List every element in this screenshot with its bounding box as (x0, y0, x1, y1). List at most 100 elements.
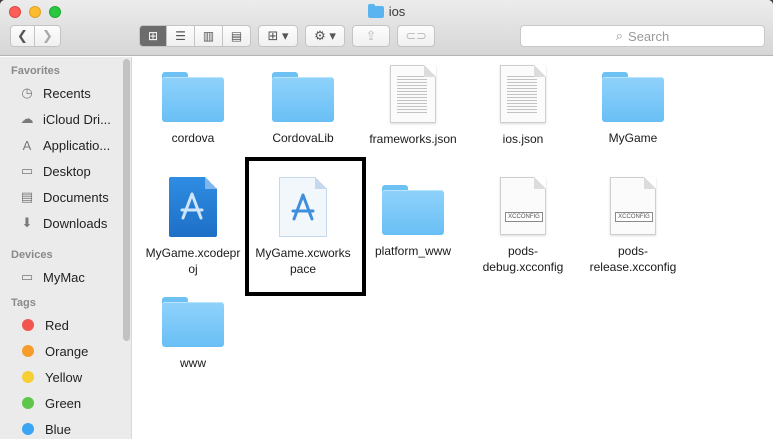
toolbar: ios ❮ ❯ ⊞ ☰ ▥ ▤ ⊞ ▾ ⚙ ▾ ⇪ ⊂⊃ ⌕ Search (0, 0, 773, 56)
sidebar-tag-blue[interactable]: Blue (18, 418, 126, 439)
icon-view-button[interactable]: ⊞ (139, 25, 167, 47)
downloads-icon: ⬇ (21, 215, 33, 230)
forward-button[interactable]: ❯ (35, 25, 61, 47)
tag-icon: ⊂⊃ (405, 28, 427, 43)
file-item-ios-json[interactable]: ios.json (463, 65, 583, 147)
sidebar-item-desktop[interactable]: ▭ Desktop (18, 160, 126, 182)
list-view-button[interactable]: ☰ (167, 25, 195, 47)
sidebar-item-label: Downloads (43, 215, 108, 231)
clock-icon: ◷ (21, 85, 33, 100)
file-name: MyGame (608, 131, 658, 145)
edit-tags-button[interactable]: ⊂⊃ (397, 25, 435, 47)
sidebar-item-downloads[interactable]: ⬇ Downloads (18, 212, 126, 234)
back-button[interactable]: ❮ (10, 25, 35, 47)
file-name-line-2: debug.xcconfig (482, 260, 564, 274)
sidebar-scrollbar[interactable] (123, 59, 130, 341)
file-icon-grid: cordova CordovaLib frameworks.json ios.j… (133, 57, 773, 439)
applications-icon: A (22, 137, 32, 153)
xcconfig-badge: XCCONFIG (615, 212, 653, 222)
share-button[interactable]: ⇪ (352, 25, 390, 47)
sidebar-tag-orange[interactable]: Orange (18, 340, 126, 362)
sidebar-item-label: Desktop (43, 163, 91, 179)
folder-icon (382, 185, 444, 235)
sidebar-item-icloud-drive[interactable]: ☁ iCloud Dri... (18, 108, 126, 130)
gear-icon: ⚙ ▾ (314, 28, 336, 43)
sidebar-item-label: Documents (43, 189, 109, 205)
blue-tag-dot-icon (22, 423, 34, 435)
sidebar-heading-favorites: Favorites (11, 65, 60, 77)
chevron-right-icon: ❯ (42, 28, 53, 43)
file-name: MyGame.xcodepr oj (133, 245, 253, 277)
file-item-pods-release-xcconfig[interactable]: XCCONFIG pods-release.xcconfig (573, 177, 693, 275)
folder-icon (162, 72, 224, 122)
file-item-platform-www[interactable]: platform_www (353, 185, 473, 259)
orange-tag-dot-icon (22, 345, 34, 357)
sidebar-item-label: Applicatio... (43, 137, 111, 153)
file-item-cordovalib[interactable]: CordovaLib (243, 72, 363, 146)
finder-window: ios ❮ ❯ ⊞ ☰ ▥ ▤ ⊞ ▾ ⚙ ▾ ⇪ ⊂⊃ ⌕ Search Fa… (0, 0, 773, 439)
sidebar-heading-tags: Tags (11, 297, 36, 309)
documents-icon: ▤ (20, 189, 34, 204)
file-name: pods-release.xcconfig (573, 243, 693, 275)
sidebar-item-label: Red (45, 317, 69, 333)
file-item-mygame-xcodeproj[interactable]: MyGame.xcodepr oj (133, 177, 253, 277)
search-field[interactable]: ⌕ Search (520, 25, 765, 47)
sidebar-item-label: Recents (43, 85, 91, 101)
file-name: ios.json (502, 132, 544, 146)
sidebar-item-recents[interactable]: ◷ Recents (18, 82, 126, 104)
cover-flow-icon: ▤ (230, 29, 243, 43)
text-document-icon (390, 65, 436, 123)
folder-icon (602, 72, 664, 122)
green-tag-dot-icon (22, 397, 34, 409)
red-tag-dot-icon (22, 319, 34, 331)
view-mode-control: ⊞ ☰ ▥ ▤ (139, 25, 251, 47)
desktop-icon: ▭ (20, 163, 34, 178)
file-item-mygame[interactable]: MyGame (573, 72, 693, 146)
sidebar-item-applications[interactable]: A Applicatio... (18, 134, 126, 156)
sidebar-heading-devices: Devices (11, 249, 53, 261)
grid-icon: ⊞ (147, 29, 159, 43)
file-item-www[interactable]: www (133, 297, 253, 371)
text-document-icon (500, 65, 546, 123)
folder-icon (367, 3, 384, 18)
config-document-icon: XCCONFIG (500, 177, 546, 235)
share-icon: ⇪ (365, 28, 377, 43)
xcode-project-icon (169, 177, 217, 237)
sidebar-tag-yellow[interactable]: Yellow (18, 366, 126, 388)
file-name: platform_www (374, 244, 452, 258)
file-item-pods-debug-xcconfig[interactable]: XCCONFIG pods-debug.xcconfig (463, 177, 583, 275)
file-name-line-2: release.xcconfig (589, 260, 677, 274)
config-document-icon: XCCONFIG (610, 177, 656, 235)
file-name-line-1: pods- (507, 244, 539, 258)
file-name: pods-debug.xcconfig (463, 243, 583, 275)
file-name: frameworks.json (369, 132, 457, 146)
arrange-button[interactable]: ⊞ ▾ (258, 25, 298, 47)
file-name-line-1: MyGame.xcodepr (145, 246, 241, 260)
action-button[interactable]: ⚙ ▾ (305, 25, 345, 47)
search-placeholder: Search (628, 28, 670, 44)
file-item-cordova[interactable]: cordova (133, 72, 253, 146)
sidebar-item-label: Yellow (45, 369, 83, 385)
file-item-frameworks-json[interactable]: frameworks.json (353, 65, 473, 147)
search-icon: ⌕ (615, 28, 624, 43)
yellow-tag-dot-icon (22, 371, 34, 383)
arrange-icon: ⊞ ▾ (267, 28, 289, 43)
file-name: CordovaLib (272, 131, 334, 145)
sidebar-item-label: iCloud Dri... (43, 111, 111, 127)
sidebar-item-documents[interactable]: ▤ Documents (18, 186, 126, 208)
window-title-text: ios (388, 4, 406, 19)
sidebar: Favorites ◷ Recents ☁ iCloud Dri... A Ap… (0, 57, 132, 439)
folder-icon (162, 297, 224, 347)
file-name: www (180, 356, 206, 370)
selection-highlight (245, 157, 366, 296)
sidebar-tag-green[interactable]: Green (18, 392, 126, 414)
sidebar-item-label: MyMac (43, 269, 85, 285)
computer-icon: ▭ (20, 269, 34, 284)
sidebar-item-label: Orange (45, 343, 89, 359)
sidebar-item-mymac[interactable]: ▭ MyMac (18, 266, 126, 288)
sidebar-tag-red[interactable]: Red (18, 314, 126, 336)
column-view-button[interactable]: ▥ (195, 25, 223, 47)
cover-flow-view-button[interactable]: ▤ (223, 25, 251, 47)
sidebar-item-label: Green (45, 395, 82, 411)
list-icon: ☰ (175, 29, 186, 43)
